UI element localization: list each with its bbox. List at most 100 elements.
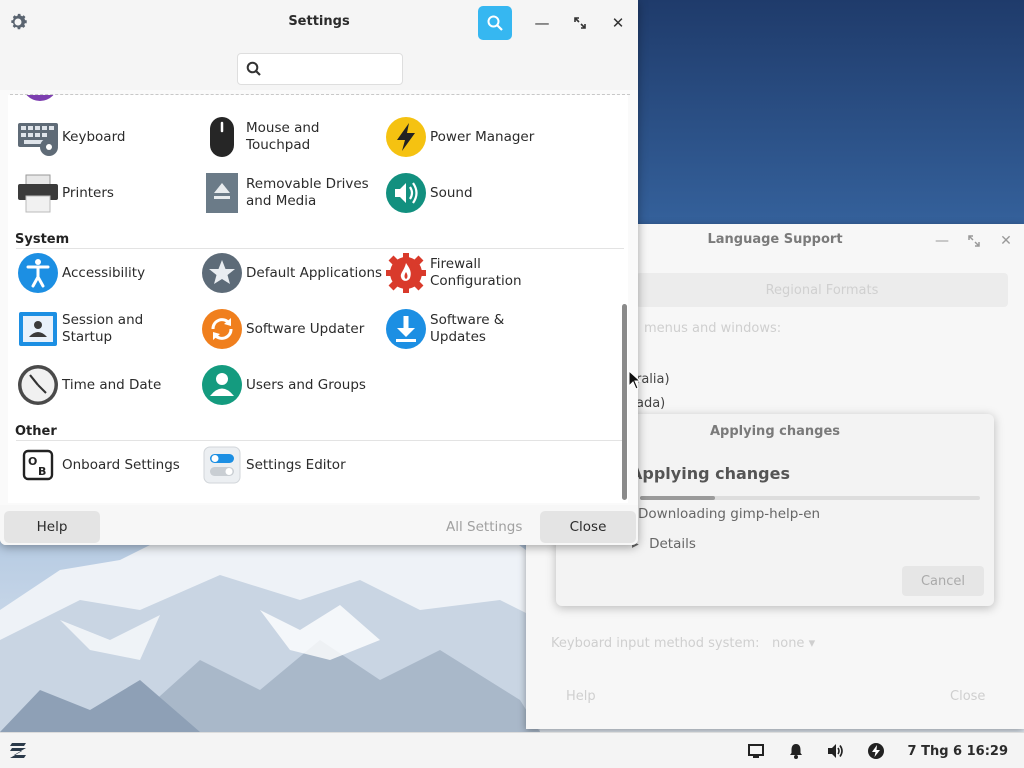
cutoff-item-icon xyxy=(388,95,432,107)
progress-fill xyxy=(640,496,715,500)
settings-item-software-updater[interactable]: Software Updater xyxy=(200,307,376,351)
close-button[interactable]: Close xyxy=(540,511,636,543)
item-label: Firewall Configuration xyxy=(430,256,522,289)
category-divider xyxy=(16,440,624,441)
printer-icon xyxy=(18,174,58,213)
category-system: System xyxy=(15,232,70,247)
speaker-icon xyxy=(386,173,426,213)
settings-item-printers[interactable]: Printers xyxy=(16,171,192,215)
settings-item-mouse-touchpad[interactable]: Mouse and Touchpad xyxy=(200,115,376,159)
cutoff-item-icon xyxy=(206,95,250,107)
item-label: Time and Date xyxy=(62,376,162,393)
search-toggle-button[interactable] xyxy=(478,6,512,40)
search-field[interactable] xyxy=(237,53,403,85)
close-icon[interactable]: ✕ xyxy=(606,11,630,35)
item-label: Printers xyxy=(62,184,114,201)
download-icon xyxy=(386,309,426,349)
keyboard-input-value: none xyxy=(772,636,805,651)
volume-icon[interactable] xyxy=(816,733,856,768)
menus-text: menus and windows: xyxy=(644,321,782,336)
settings-item-users-groups[interactable]: Users and Groups xyxy=(200,363,376,407)
item-label: Removable Drives and Media xyxy=(246,176,369,209)
settings-item-software-updates[interactable]: Software & Updates xyxy=(384,307,560,351)
item-label: Software Updater xyxy=(246,320,365,337)
keyboard-input-select[interactable]: none ▾ xyxy=(772,636,815,651)
settings-item-settings-editor[interactable]: Settings Editor xyxy=(200,443,376,487)
maximize-icon[interactable] xyxy=(963,230,985,252)
zorin-menu-icon[interactable] xyxy=(6,739,32,763)
power-icon xyxy=(386,117,426,157)
search-input[interactable] xyxy=(268,58,398,80)
scrollbar[interactable] xyxy=(622,304,627,500)
settings-item-sound[interactable]: Sound xyxy=(384,171,560,215)
system-tray: 7 Thg 6 16:29 xyxy=(736,733,1024,768)
firewall-icon xyxy=(386,253,426,293)
item-label: Session and Startup xyxy=(62,312,144,345)
settings-item-time-date[interactable]: Time and Date xyxy=(16,363,192,407)
settings-content: Keyboard Mouse and Touchpad Power Manage… xyxy=(8,95,628,503)
item-label: Sound xyxy=(430,184,473,201)
notification-bell-icon[interactable] xyxy=(776,733,816,768)
item-label: Accessibility xyxy=(62,264,146,281)
minimize-icon[interactable]: — xyxy=(530,11,554,35)
close-icon[interactable]: ✕ xyxy=(995,230,1017,252)
settings-item-removable-drives[interactable]: Removable Drives and Media xyxy=(200,171,376,215)
clock-icon xyxy=(18,365,58,405)
settings-header: Settings — ✕ xyxy=(0,0,638,90)
session-icon xyxy=(19,312,57,346)
settings-item-power-manager[interactable]: Power Manager xyxy=(384,115,560,159)
settings-window: Settings — ✕ Keyboard Mouse and Touchpad… xyxy=(0,0,638,545)
svg-text:B: B xyxy=(38,465,46,478)
help-button[interactable]: Help xyxy=(566,689,596,704)
item-label: Mouse and Touchpad xyxy=(246,120,320,153)
eject-icon xyxy=(206,173,238,213)
tab-regional-formats[interactable]: Regional Formats xyxy=(636,273,1008,307)
refresh-icon xyxy=(202,309,242,349)
power-status-icon[interactable] xyxy=(856,733,896,768)
close-button[interactable]: Close xyxy=(950,689,985,704)
search-icon xyxy=(246,61,261,76)
cutoff-item-icon xyxy=(20,95,60,107)
progress-status: Downloading gimp-help-en xyxy=(638,506,821,522)
toggles-icon xyxy=(203,446,241,484)
item-label: Onboard Settings xyxy=(62,456,180,473)
help-button[interactable]: Help xyxy=(4,511,100,543)
search-icon xyxy=(487,15,503,31)
minimize-icon[interactable]: — xyxy=(931,230,953,252)
language-list-item[interactable]: ada) xyxy=(636,396,665,411)
accessibility-icon xyxy=(18,253,58,293)
settings-item-firewall[interactable]: Firewall Configuration xyxy=(384,251,560,295)
settings-footer: Help All Settings Close xyxy=(0,505,638,545)
settings-item-default-applications[interactable]: Default Applications xyxy=(200,251,386,295)
show-desktop-icon[interactable] xyxy=(736,733,776,768)
taskbar: 7 Thg 6 16:29 xyxy=(0,732,1024,768)
item-label: Power Manager xyxy=(430,128,535,145)
star-icon xyxy=(202,253,242,293)
settings-item-onboard[interactable]: O B Onboard Settings xyxy=(16,443,192,487)
progress-bar xyxy=(640,496,980,500)
settings-item-accessibility[interactable]: Accessibility xyxy=(16,251,192,295)
maximize-icon[interactable] xyxy=(568,11,592,35)
item-label: Keyboard xyxy=(62,128,126,145)
cancel-button[interactable]: Cancel xyxy=(902,566,984,596)
clock[interactable]: 7 Thg 6 16:29 xyxy=(896,744,1024,759)
category-divider xyxy=(16,248,624,249)
settings-item-session-startup[interactable]: Session and Startup xyxy=(16,307,192,351)
keyboard-input-label: Keyboard input method system: xyxy=(551,636,760,651)
user-icon xyxy=(202,365,242,405)
keyboard-icon xyxy=(18,123,58,156)
chevron-down-icon: ▾ xyxy=(808,636,816,651)
item-label: Settings Editor xyxy=(246,456,346,473)
svg-text:O: O xyxy=(28,455,37,468)
mouse-pointer-icon xyxy=(628,370,642,390)
item-label: Users and Groups xyxy=(246,376,366,393)
all-settings-button[interactable]: All Settings xyxy=(446,519,522,535)
dialog-heading: Applying changes xyxy=(630,464,790,483)
details-expander[interactable]: ▸ Details xyxy=(632,536,696,552)
category-other: Other xyxy=(15,424,57,439)
item-label: Software & Updates xyxy=(430,312,505,345)
settings-item-keyboard[interactable]: Keyboard xyxy=(16,115,192,159)
item-label: Default Applications xyxy=(246,264,383,281)
details-label: Details xyxy=(649,536,696,552)
mouse-icon xyxy=(210,117,234,157)
